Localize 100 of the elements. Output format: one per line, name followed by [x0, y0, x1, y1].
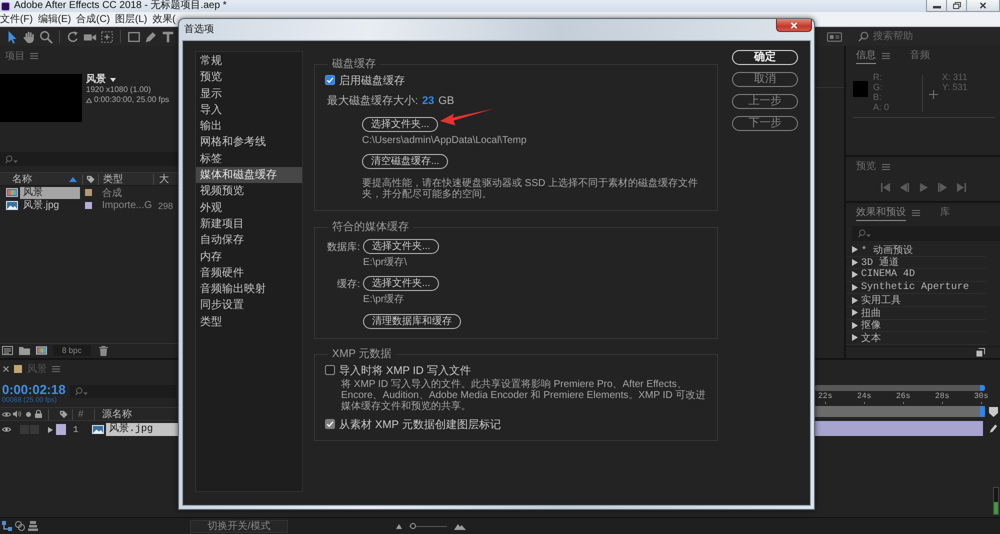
minimize-button[interactable] — [926, 0, 947, 12]
effect-category[interactable]: * 动画预设 — [846, 244, 986, 257]
effect-category[interactable]: Synthetic Aperture — [846, 282, 986, 294]
sidebar-item[interactable]: 显示 — [196, 86, 302, 102]
panel-tab[interactable]: 信息 — [856, 48, 876, 64]
search-field[interactable]: 搜索帮助 — [873, 30, 983, 44]
sidebar-item[interactable]: 音频输出映射 — [196, 281, 302, 298]
slider-thumb[interactable] — [410, 523, 416, 529]
choose-folder-button[interactable]: 选择文件夹... — [363, 276, 440, 291]
effect-category[interactable]: 扭曲 — [846, 306, 986, 320]
lock-icon[interactable] — [35, 410, 42, 418]
mountain-icon[interactable] — [396, 524, 402, 528]
menu-item[interactable]: 文件(F) — [0, 12, 33, 26]
close-button[interactable] — [966, 0, 1000, 12]
menu-icon[interactable] — [882, 53, 890, 59]
search-field[interactable] — [852, 226, 1000, 241]
close-button[interactable] — [776, 19, 812, 32]
sidebar-item[interactable]: 类型 — [196, 314, 302, 330]
label-color-icon[interactable] — [85, 202, 92, 209]
bit-depth-button[interactable]: 8 bpc — [53, 345, 91, 356]
menu-item[interactable]: 图层(L) — [115, 12, 148, 26]
expand-arrow-icon[interactable] — [48, 426, 53, 432]
dialog-button[interactable]: 确定 — [732, 50, 798, 65]
checkbox[interactable] — [325, 75, 335, 85]
sidebar-item[interactable]: 音频硬件 — [196, 264, 302, 282]
column-header[interactable]: 类型 — [99, 172, 153, 186]
stack-icon[interactable] — [28, 521, 38, 531]
menu-icon[interactable] — [912, 210, 920, 216]
search-field[interactable] — [70, 385, 176, 398]
dialog-button[interactable]: 上一步 — [732, 94, 798, 109]
clean-cache-button[interactable]: 清理数据库和缓存 — [363, 314, 461, 329]
sidebar-item[interactable]: 输出 — [196, 118, 302, 134]
maximize-button[interactable] — [946, 0, 967, 12]
label-color-icon[interactable] — [85, 189, 92, 196]
trash-icon[interactable] — [98, 346, 108, 356]
folder-icon[interactable] — [19, 346, 30, 355]
choose-folder-button[interactable]: 选择文件夹... — [362, 117, 438, 132]
label-color-icon[interactable] — [56, 424, 66, 435]
eye-icon[interactable] — [2, 410, 11, 418]
stacked-squares-icon[interactable] — [976, 348, 985, 357]
menu-icon[interactable] — [30, 53, 38, 59]
sidebar-item[interactable]: 自动保存 — [196, 232, 302, 249]
close-icon[interactable] — [3, 366, 9, 372]
panel-tab[interactable]: 效果和预设 — [856, 206, 906, 220]
sidebar-item[interactable]: 视频预览 — [196, 183, 302, 200]
sidebar-item[interactable]: 内存 — [196, 248, 302, 265]
effect-category[interactable]: 文本 — [846, 332, 986, 345]
search-field[interactable] — [0, 152, 180, 166]
mode-toggle-button[interactable]: 切换开关/模式 — [190, 520, 288, 532]
menu-icon[interactable] — [882, 164, 890, 170]
pen-icon[interactable] — [144, 30, 158, 44]
dot-icon[interactable] — [26, 412, 31, 416]
letter-t-icon[interactable] — [161, 30, 175, 44]
column-header[interactable]: 大 — [154, 172, 169, 186]
layer-name[interactable]: 风景.jpg — [106, 423, 180, 436]
checkbox-label[interactable]: 启用磁盘缓存 — [339, 72, 405, 88]
menu-item[interactable]: 效果( — [152, 12, 176, 26]
checkbox[interactable] — [325, 419, 335, 429]
composition-icon[interactable] — [36, 346, 47, 355]
hand-icon[interactable] — [22, 30, 36, 44]
menu-item[interactable]: 合成(C) — [76, 12, 110, 26]
sidebar-item[interactable]: 同步设置 — [196, 297, 302, 314]
sort-arrow-icon[interactable] — [69, 176, 77, 182]
speaker-icon[interactable] — [13, 410, 21, 418]
work-area-handle[interactable] — [980, 385, 985, 391]
pencil-icon[interactable] — [989, 424, 998, 434]
dialog-button[interactable]: 取消 — [732, 72, 798, 87]
mountain-icon[interactable] — [454, 522, 466, 530]
timecode[interactable]: 0:00:02:18 — [2, 382, 66, 397]
workspace-icon[interactable] — [827, 32, 842, 42]
empty-cache-button[interactable]: 清空磁盘缓存... — [362, 154, 448, 169]
effect-category[interactable]: 实用工具 — [846, 294, 986, 307]
list-icon[interactable] — [2, 346, 13, 355]
column-header[interactable]: 源名称 — [102, 407, 132, 421]
sidebar-item[interactable]: 外观 — [196, 200, 302, 216]
cache-size-value[interactable]: 23 — [422, 95, 434, 107]
sidebar-item[interactable]: 标签 — [196, 150, 302, 168]
sidebar-item[interactable]: 新建项目 — [196, 216, 302, 232]
choose-folder-button[interactable]: 选择文件夹... — [363, 239, 440, 254]
checkbox-label[interactable]: 导入时将 XMP ID 写入文件 — [339, 362, 471, 378]
effect-category[interactable]: CINEMA 4D — [846, 269, 986, 282]
table-cell[interactable]: 风景 — [20, 186, 80, 198]
rotate-icon[interactable] — [66, 30, 80, 44]
sidebar-item[interactable]: 预览 — [196, 69, 302, 86]
menu-icon[interactable] — [52, 366, 60, 372]
checkbox-label[interactable]: 从素材 XMP 元数据创建图层标记 — [339, 416, 501, 432]
table-cell[interactable]: 风景.jpg — [20, 200, 80, 212]
checkbox[interactable] — [325, 365, 335, 375]
effect-category[interactable]: 3D 通道 — [846, 256, 986, 270]
column-header[interactable]: 名称 — [12, 172, 32, 186]
marker-icon[interactable] — [989, 406, 998, 416]
dialog-button[interactable]: 下一步 — [732, 116, 798, 131]
sidebar-item[interactable]: 网格和参考线 — [196, 134, 302, 151]
rectangle-icon[interactable] — [127, 30, 141, 44]
menu-item[interactable]: 编辑(E) — [38, 12, 72, 26]
sidebar-item[interactable]: 媒体和磁盘缓存 — [196, 167, 302, 184]
sidebar-item[interactable]: 导入 — [196, 102, 302, 118]
dotted-square-icon[interactable] — [100, 30, 114, 44]
caret-icon[interactable] — [110, 78, 116, 82]
overlapping-circles-icon[interactable] — [15, 521, 25, 531]
